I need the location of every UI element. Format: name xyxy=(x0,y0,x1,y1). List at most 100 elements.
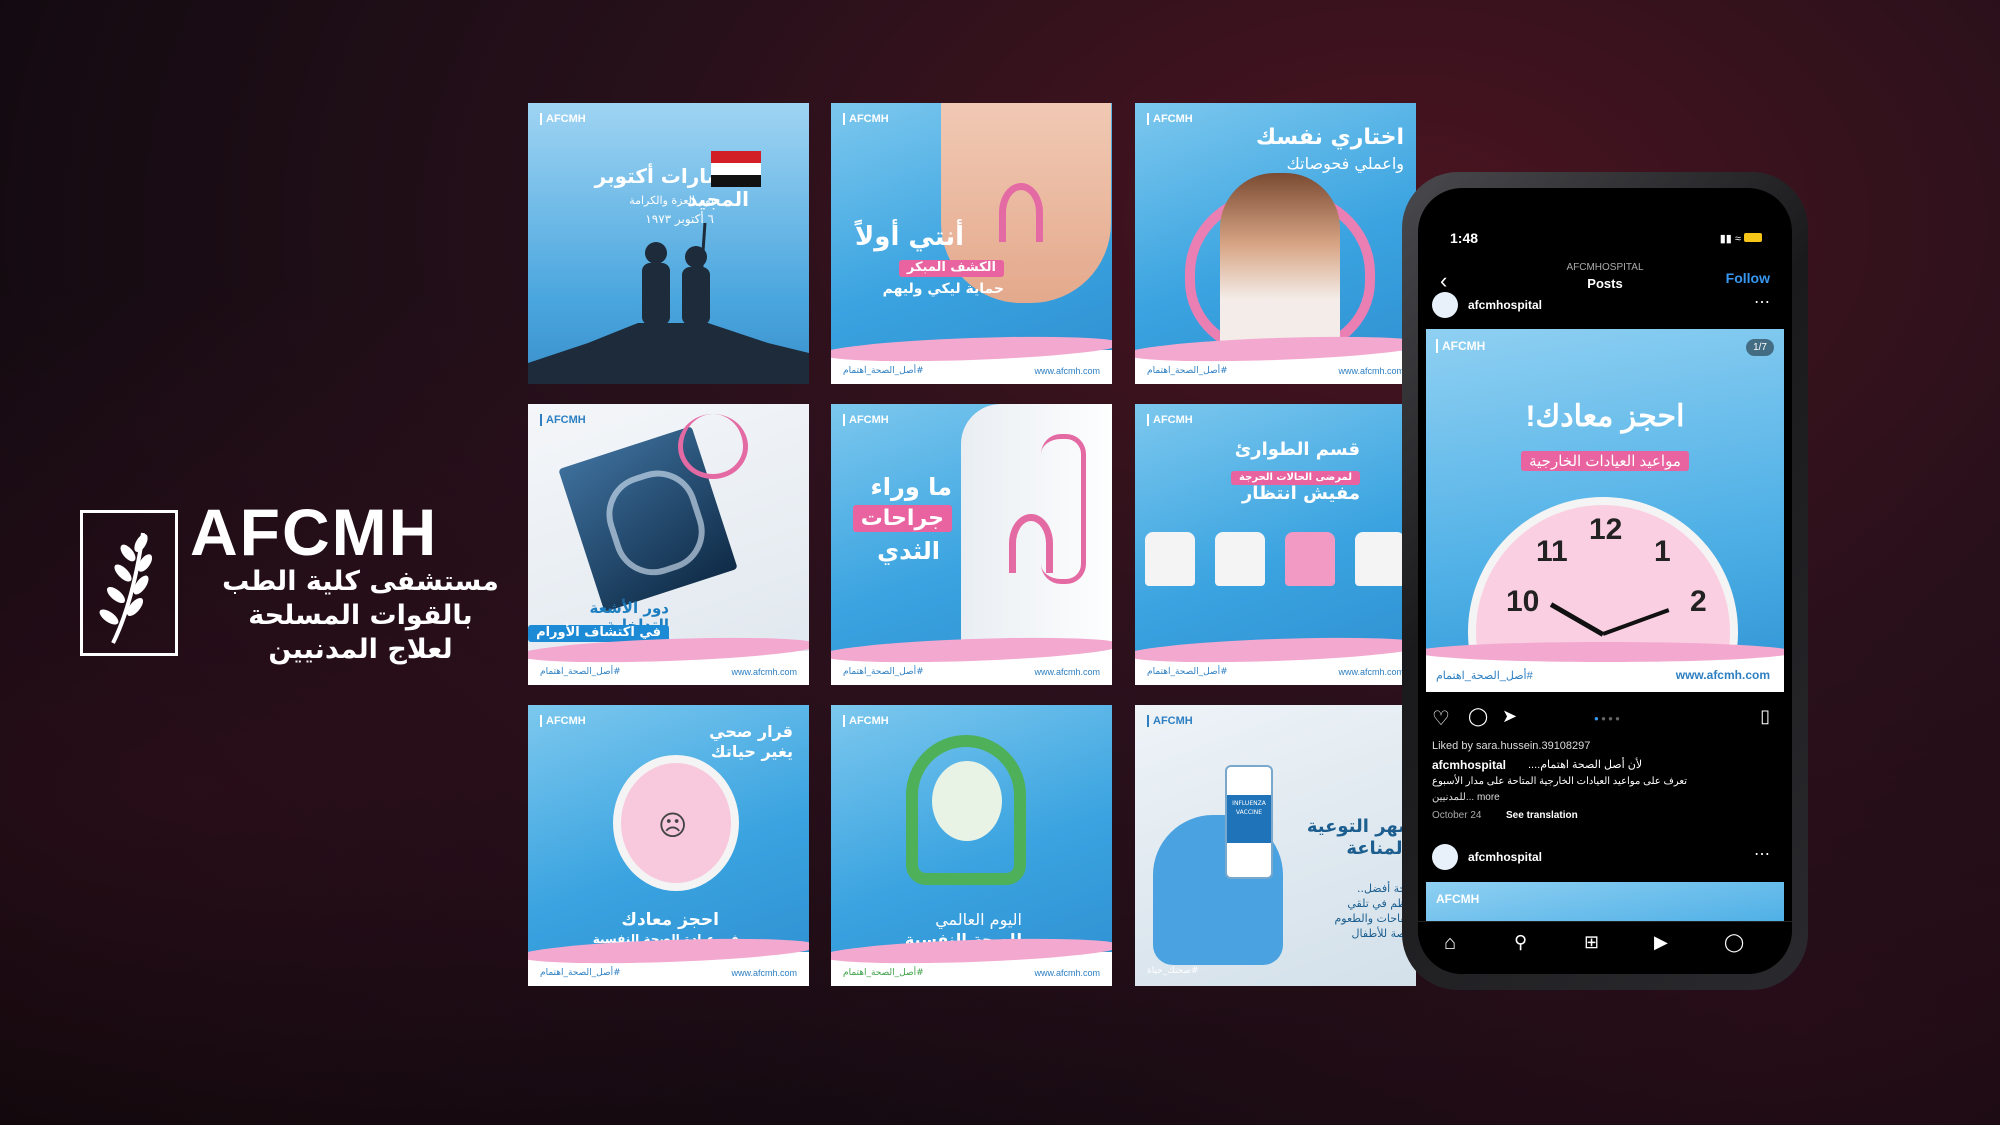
tile-url: www.afcmh.com xyxy=(731,968,797,978)
tile-subtitle: مفيش انتظار xyxy=(1241,483,1360,504)
next-post-avatar[interactable] xyxy=(1432,844,1458,870)
post-tile-immunization-awareness[interactable]: AFCMH INFLUENZA VACCINE شهر التوعية بالم… xyxy=(1135,705,1416,986)
pink-ribbon-icon xyxy=(999,183,1043,242)
phone-notch xyxy=(1520,188,1690,216)
tile-subtitle: يغير حياتك xyxy=(710,742,793,761)
tile-logo: AFCMH xyxy=(843,715,889,727)
instagram-screen: 1:48 ▮▮ ≈ ‹ AFCMHOSPITAL Posts Follow af… xyxy=(1418,188,1792,974)
tile-hashtag: #صحتك_حياة xyxy=(1147,965,1199,976)
post-tile-world-mental-health-day[interactable]: AFCMH اليوم العالمي للصحة النفسية #أصل_ا… xyxy=(831,705,1112,986)
next-post-username[interactable]: afcmhospital xyxy=(1468,850,1542,864)
tile-hashtag: #أصل_الصحة_اهتمام xyxy=(1147,667,1228,677)
tile-url: www.afcmh.com xyxy=(731,667,797,677)
profile-icon[interactable]: ◯ xyxy=(1724,932,1744,953)
brand-name: AFCMH xyxy=(190,495,439,569)
tile-subtitle: واعملي فحوصاتك xyxy=(1286,154,1404,173)
tile-logo: AFCMH xyxy=(1147,113,1193,125)
caption-username[interactable]: afcmhospital xyxy=(1432,758,1506,772)
tile-pill: الكشف المبكر xyxy=(898,257,1004,277)
search-icon[interactable]: ⚲ xyxy=(1514,932,1527,953)
caption-text: لأن أصل الصحة اهتمام.... xyxy=(1528,759,1643,771)
tile-title: اليوم العالمي xyxy=(935,910,1022,929)
status-time: 1:48 xyxy=(1450,230,1479,246)
tile-hashtag: #أصل_الصحة_اهتمام xyxy=(1147,366,1228,376)
tile-logo: AFCMH xyxy=(540,113,586,125)
post-tile-interventional-radiology[interactable]: AFCMH دور الأشعة التداخلية في اكتشاف الأ… xyxy=(528,404,809,685)
post-tile-breast-surgery[interactable]: AFCMH ما وراء جراحات الثدي #أصل_الصحة_اه… xyxy=(831,404,1112,685)
soldiers-silhouette-icon xyxy=(528,223,809,384)
brand-line-3: لعلاج المدنيين xyxy=(268,634,453,665)
next-post-preview[interactable]: AFCMH xyxy=(1426,882,1784,922)
bottom-nav-bar: ⌂ ⚲ ⊞ ▶ ◯ xyxy=(1418,921,1792,974)
home-icon[interactable]: ⌂ xyxy=(1444,932,1456,955)
share-icon[interactable]: ➤ xyxy=(1502,706,1517,727)
tile-title: شهر التوعية xyxy=(1306,816,1416,837)
vaccine-vial-icon: INFLUENZA VACCINE xyxy=(1225,765,1273,879)
brand-line-1: مستشفى كلية الطب xyxy=(222,566,499,597)
egypt-flag-icon xyxy=(711,151,761,187)
carousel-dots: ● ● ● ● xyxy=(1594,714,1621,723)
afcmh-brand-logo: AFCMH مستشفى كلية الطب بالقوات المسلحة ل… xyxy=(80,495,499,665)
instagram-post-image[interactable]: AFCMH 1/7 احجز معادك! مواعيد العيادات ال… xyxy=(1426,329,1784,692)
tile-title: قرار صحي xyxy=(709,722,793,741)
see-translation-link[interactable]: See translation xyxy=(1506,810,1578,821)
follow-button[interactable]: Follow xyxy=(1726,270,1770,286)
mother-daughter-photo xyxy=(1220,173,1340,353)
stethoscope-icon xyxy=(1041,434,1086,584)
tile-subtitle: حماية ليكي وليهم xyxy=(882,281,1004,297)
tile-logo: AFCMH xyxy=(843,113,889,125)
tile-title: أنتي أولاً xyxy=(854,222,964,252)
tile-hashtag: #أصل_الصحة_اهتمام xyxy=(540,968,621,978)
post-logo: AFCMH xyxy=(1436,339,1485,353)
tile-line-3: الثدي xyxy=(877,537,940,565)
tile-logo: AFCMH xyxy=(540,715,586,727)
status-icons: ▮▮ ≈ xyxy=(1720,232,1762,245)
tile-hashtag: #أصل_الصحة_اهتمام xyxy=(843,667,924,677)
tile-title: اختاري نفسك xyxy=(1255,125,1404,150)
comment-icon[interactable]: ◯ xyxy=(1468,706,1488,727)
tile-title: قسم الطوارئ xyxy=(1234,439,1360,460)
post-pill: مواعيد العيادات الخارجية xyxy=(1426,451,1784,471)
tile-url: www.afcmh.com xyxy=(1338,366,1404,376)
tile-url: www.afcmh.com xyxy=(1338,667,1404,677)
tile-hashtag: #أصل_الصحة_اهتمام xyxy=(843,366,924,376)
tile-url: www.afcmh.com xyxy=(1034,366,1100,376)
smartphone-mockup: 1:48 ▮▮ ≈ ‹ AFCMHOSPITAL Posts Follow af… xyxy=(1402,172,1808,990)
tile-hashtag: #أصل_الصحة_اهتمام xyxy=(843,968,924,978)
tile-logo: AFCMH xyxy=(1147,715,1193,727)
wheat-emblem-icon xyxy=(80,510,178,656)
tile-url: www.afcmh.com xyxy=(1034,667,1100,677)
post-tile-october-victory[interactable]: AFCMH انتصارات أكتوبر المجيد يوم العزة و… xyxy=(528,103,809,384)
post-footer-wave xyxy=(1426,642,1784,662)
brand-line-2: بالقوات المسلحة xyxy=(248,600,473,631)
liked-by-text[interactable]: Liked by sara.hussein.39108297 xyxy=(1432,740,1590,752)
post-tile-mental-health-clinic[interactable]: AFCMH قرار صحي يغير حياتك ☹ احجز معادك ف… xyxy=(528,705,809,986)
tile-logo: AFCMH xyxy=(1147,414,1193,426)
bookmark-icon[interactable]: ▯ xyxy=(1760,706,1770,727)
tile-pill: لمرضى الحالات الحرجة xyxy=(1231,466,1360,485)
caption-more[interactable]: للمدنيين... more xyxy=(1432,792,1500,803)
more-options-icon[interactable]: ⋯ xyxy=(1754,292,1770,312)
waiting-chairs-icon xyxy=(1145,532,1415,632)
stethoscope-icon xyxy=(678,414,748,479)
post-tile-emergency[interactable]: AFCMH قسم الطوارئ لمرضى الحالات الحرجة م… xyxy=(1135,404,1416,685)
next-more-options-icon[interactable]: ⋯ xyxy=(1754,844,1770,864)
tile-line-1: ما وراء xyxy=(870,473,952,501)
post-tile-choose-yourself[interactable]: AFCMH اختاري نفسك واعملي فحوصاتك #أصل_ال… xyxy=(1135,103,1416,384)
reels-icon[interactable]: ▶ xyxy=(1654,932,1668,953)
post-tile-early-detection[interactable]: AFCMH أنتي أولاً الكشف المبكر حماية ليكي… xyxy=(831,103,1112,384)
post-username[interactable]: afcmhospital xyxy=(1468,298,1542,312)
tile-subtitle: يوم العزة والكرامة xyxy=(629,194,714,207)
heart-icon[interactable]: ♡ xyxy=(1432,706,1450,731)
tile-logo: AFCMH xyxy=(540,414,586,426)
tile-cta: احجز معادك xyxy=(621,910,719,930)
tile-line-2: جراحات xyxy=(852,504,952,533)
tile-logo: AFCMH xyxy=(843,414,889,426)
sad-face-icon: ☹ xyxy=(658,809,688,842)
tile-url: www.afcmh.com xyxy=(1034,968,1100,978)
green-ribbon-brain-icon xyxy=(906,735,1026,885)
post-counter: 1/7 xyxy=(1746,339,1774,356)
caption-line-2: تعرف على مواعيد العيادات الخارجية المتاح… xyxy=(1432,776,1687,787)
create-post-icon[interactable]: ⊞ xyxy=(1584,932,1599,953)
avatar[interactable] xyxy=(1432,292,1458,318)
